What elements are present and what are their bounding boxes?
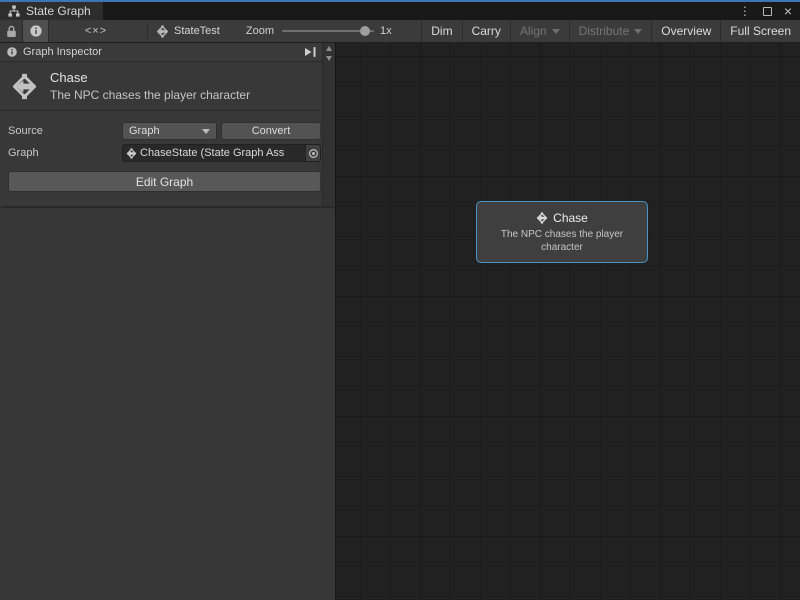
- chevron-down-icon: [634, 29, 642, 34]
- dim-label: Dim: [431, 24, 452, 38]
- zoom-label: Zoom: [246, 25, 274, 37]
- scroll-up-button[interactable]: [323, 43, 335, 53]
- inspector-scroll-column: [322, 43, 335, 206]
- dock-panel-button[interactable]: [303, 46, 318, 58]
- convert-label: Convert: [252, 125, 291, 137]
- graph-object-field[interactable]: ChaseState (State Graph Ass: [122, 144, 321, 162]
- inspector-empty-section: [0, 206, 335, 600]
- toolbar-separator: [147, 24, 148, 39]
- edit-graph-button[interactable]: Edit Graph: [8, 171, 321, 192]
- graph-object-value: ChaseState (State Graph Ass: [140, 147, 302, 159]
- state-graph-icon: [156, 25, 169, 38]
- graph-inspector-panel: Graph Inspector Chase The NPC chases the…: [0, 43, 336, 600]
- toolbar-right-group: Dim Carry Align Distribute Overview Full…: [421, 20, 800, 42]
- info-icon: [6, 46, 18, 58]
- object-picker-button[interactable]: [305, 145, 320, 161]
- distribute-label: Distribute: [579, 24, 630, 38]
- scroll-down-button[interactable]: [323, 53, 335, 63]
- lock-button[interactable]: [0, 20, 22, 42]
- source-label: Source: [8, 125, 122, 137]
- node-description: The NPC chases the player character: [487, 228, 637, 254]
- inspector-toggle-button[interactable]: [22, 20, 49, 42]
- maximize-icon[interactable]: [763, 7, 772, 16]
- tab-state-graph[interactable]: State Graph: [0, 2, 103, 20]
- align-label: Align: [520, 24, 547, 38]
- info-icon: [29, 24, 43, 38]
- graph-field-row: Graph ChaseState (State Graph Ass: [8, 144, 321, 162]
- state-description: The NPC chases the player character: [50, 88, 250, 102]
- edit-graph-label: Edit Graph: [136, 175, 193, 189]
- graph-name-label: StateTest: [174, 25, 220, 37]
- graph-reference-button[interactable]: StateTest: [156, 25, 220, 38]
- graph-hierarchy-icon: [8, 5, 20, 17]
- tab-bar: State Graph ⋮ ×: [0, 2, 800, 20]
- code-view-button[interactable]: <×>: [73, 20, 119, 42]
- convert-button[interactable]: Convert: [221, 122, 321, 140]
- tab-title: State Graph: [26, 4, 91, 18]
- chevron-down-icon: [202, 129, 210, 134]
- overview-button[interactable]: Overview: [651, 20, 720, 42]
- full-screen-button[interactable]: Full Screen: [720, 20, 800, 42]
- dim-button[interactable]: Dim: [421, 20, 461, 42]
- carry-label: Carry: [472, 24, 501, 38]
- node-title: Chase: [553, 211, 588, 225]
- graph-inspector-header: Graph Inspector: [0, 43, 322, 62]
- window-controls: ⋮ ×: [739, 2, 800, 20]
- state-title: Chase: [50, 70, 250, 85]
- chevron-down-icon: [552, 29, 560, 34]
- source-dropdown[interactable]: Graph: [122, 122, 217, 140]
- distribute-dropdown-button[interactable]: Distribute: [569, 20, 652, 42]
- state-graph-icon: [536, 212, 548, 224]
- state-summary: Chase The NPC chases the player characte…: [0, 62, 335, 111]
- zoom-slider-handle[interactable]: [360, 26, 370, 36]
- graph-toolbar: <×> StateTest Zoom 1x Dim Carry Align: [0, 20, 800, 43]
- zoom-value: 1x: [380, 25, 392, 37]
- zoom-slider[interactable]: [282, 23, 374, 39]
- chase-state-node[interactable]: Chase The NPC chases the player characte…: [476, 201, 648, 263]
- triangle-down-icon: [326, 56, 332, 61]
- source-field-row: Source Graph Convert: [8, 122, 321, 140]
- inspector-fields: Source Graph Convert Graph: [0, 111, 335, 192]
- source-dropdown-value: Graph: [129, 125, 198, 137]
- align-dropdown-button[interactable]: Align: [510, 20, 569, 42]
- close-icon[interactable]: ×: [784, 4, 792, 18]
- graph-label: Graph: [8, 147, 122, 159]
- triangle-up-icon: [326, 46, 332, 51]
- window-menu-icon[interactable]: ⋮: [739, 5, 751, 17]
- graph-inspector-title: Graph Inspector: [23, 46, 102, 58]
- carry-button[interactable]: Carry: [462, 20, 510, 42]
- graph-canvas[interactable]: Chase The NPC chases the player characte…: [336, 43, 800, 600]
- full-screen-label: Full Screen: [730, 24, 791, 38]
- state-graph-icon: [10, 73, 39, 100]
- lock-icon: [6, 25, 17, 38]
- state-graph-icon: [126, 148, 137, 159]
- overview-label: Overview: [661, 24, 711, 38]
